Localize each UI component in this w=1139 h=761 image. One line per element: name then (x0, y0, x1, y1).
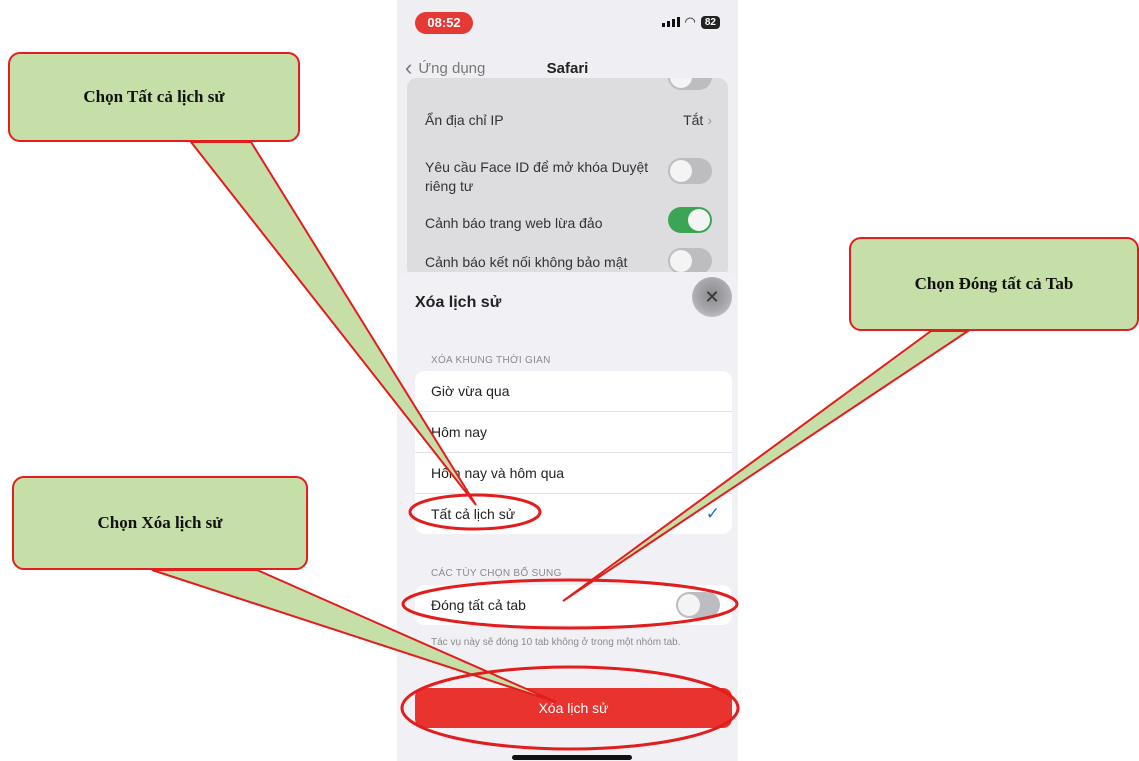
close-all-tabs-toggle[interactable] (676, 592, 720, 618)
callout-delete-history: Chọn Xóa lịch sử (12, 476, 308, 570)
battery-icon: 82 (700, 15, 720, 29)
signal-icon (661, 17, 680, 27)
footnote: Tác vụ này sẽ đóng 10 tab không ở trong … (431, 637, 681, 648)
iphone-screen: 08:52 ◠ 82 ‹ Ứng dụng Safari Ẩn địa chỉ … (397, 0, 738, 761)
setting-hide-ip-value: Tắt (683, 112, 704, 128)
setting-hide-ip-label: Ẩn địa chỉ IP (425, 112, 504, 128)
time-range-today-yesterday[interactable]: Hôm nay và hôm qua (415, 453, 732, 494)
time-range-header: XÓA KHUNG THỜI GIAN (431, 355, 551, 366)
delete-history-button[interactable]: Xóa lịch sử (415, 688, 732, 728)
clear-history-sheet: Xóa lịch sử ✕ XÓA KHUNG THỜI GIAN Giờ vừ… (397, 272, 738, 761)
privacy-settings-list: Ẩn địa chỉ IP Tắt › Yêu cầu Face ID để mở… (407, 78, 728, 278)
sheet-title: Xóa lịch sử (415, 294, 502, 311)
checkmark-icon: ✓ (705, 504, 720, 523)
options-header: CÁC TÙY CHỌN BỔ SUNG (431, 568, 562, 579)
time-range-list: Giờ vừa qua Hôm nay Hôm nay và hôm qua T… (415, 371, 732, 534)
time-range-today[interactable]: Hôm nay (415, 412, 732, 453)
time-range-all-history[interactable]: Tất cả lịch sử ✓ (415, 494, 732, 534)
wifi-icon: ◠ (684, 14, 696, 29)
close-all-tabs-row[interactable]: Đóng tất cả tab (415, 585, 732, 625)
callout-close-all-tabs: Chọn Đóng tất cả Tab (849, 237, 1139, 331)
status-bar: 08:52 ◠ 82 (397, 0, 738, 44)
close-icon[interactable]: ✕ (692, 277, 732, 317)
options-list: Đóng tất cả tab (415, 585, 732, 625)
home-indicator (512, 755, 632, 760)
callout-all-history: Chọn Tất cả lịch sử (8, 52, 300, 142)
setting-faceid-label: Yêu cầu Face ID để mở khóa Duyệt riêng t… (425, 159, 649, 194)
close-all-tabs-label: Đóng tất cả tab (431, 597, 526, 613)
faceid-toggle[interactable] (668, 158, 712, 184)
chevron-right-icon: › (707, 112, 712, 128)
time-range-all-history-label: Tất cả lịch sử (431, 506, 516, 522)
setting-hide-ip-value-wrap: Tắt › (683, 112, 712, 128)
setting-hide-ip[interactable]: Ẩn địa chỉ IP Tắt › (425, 112, 712, 128)
insecure-warning-toggle[interactable] (668, 248, 712, 274)
toggle-hidden-row[interactable] (668, 78, 712, 90)
status-time: 08:52 (415, 12, 473, 34)
page-title: Safari (546, 60, 589, 77)
status-icons: ◠ 82 (661, 14, 720, 30)
time-range-last-hour[interactable]: Giờ vừa qua (415, 371, 732, 412)
fraud-warning-toggle[interactable] (668, 207, 712, 233)
